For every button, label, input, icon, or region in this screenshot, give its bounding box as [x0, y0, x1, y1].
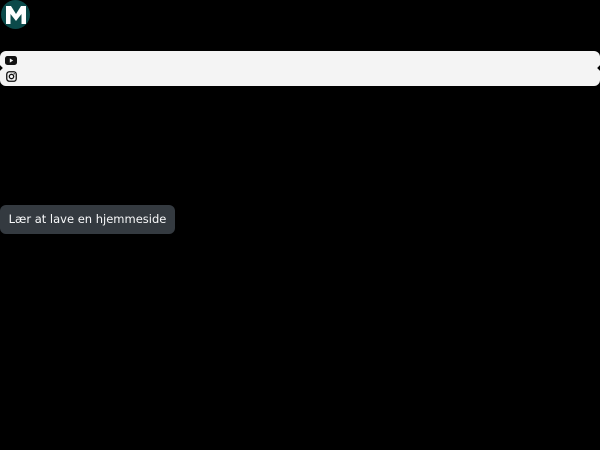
page: Lær at lave en hjemmeside	[0, 0, 600, 450]
instagram-icon[interactable]	[5, 70, 17, 82]
social-links-bar	[0, 51, 600, 86]
site-logo[interactable]	[1, 0, 30, 29]
bar-edge-notch-left	[0, 65, 3, 71]
logo-letter-m-icon	[5, 5, 26, 24]
youtube-icon[interactable]	[5, 54, 17, 66]
learn-website-button[interactable]: Lær at lave en hjemmeside	[0, 205, 175, 234]
